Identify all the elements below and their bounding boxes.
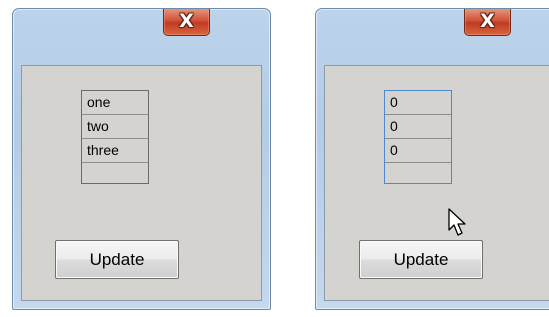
list-item[interactable]: 0 [385, 91, 451, 115]
close-button[interactable]: X [464, 9, 511, 36]
update-button[interactable]: Update [55, 240, 179, 279]
list-box[interactable]: one two three [81, 90, 149, 184]
close-icon: X [179, 10, 194, 32]
list-item[interactable]: 0 [385, 139, 451, 163]
close-icon: X [480, 10, 495, 32]
list-item[interactable]: 0 [385, 115, 451, 139]
update-button[interactable]: Update [359, 240, 483, 279]
client-area: one two three Update [21, 65, 262, 301]
list-item[interactable]: one [82, 91, 148, 115]
window-after: X 0 0 0 Update [315, 8, 549, 310]
list-item-empty[interactable] [385, 163, 451, 183]
list-item[interactable]: three [82, 139, 148, 163]
list-item[interactable]: two [82, 115, 148, 139]
window-before: X one two three Update [12, 8, 271, 310]
mouse-cursor-icon [448, 208, 466, 236]
list-item-empty[interactable] [82, 163, 148, 183]
client-area: 0 0 0 Update [324, 65, 549, 301]
close-button[interactable]: X [163, 9, 210, 36]
list-box[interactable]: 0 0 0 [384, 90, 452, 184]
